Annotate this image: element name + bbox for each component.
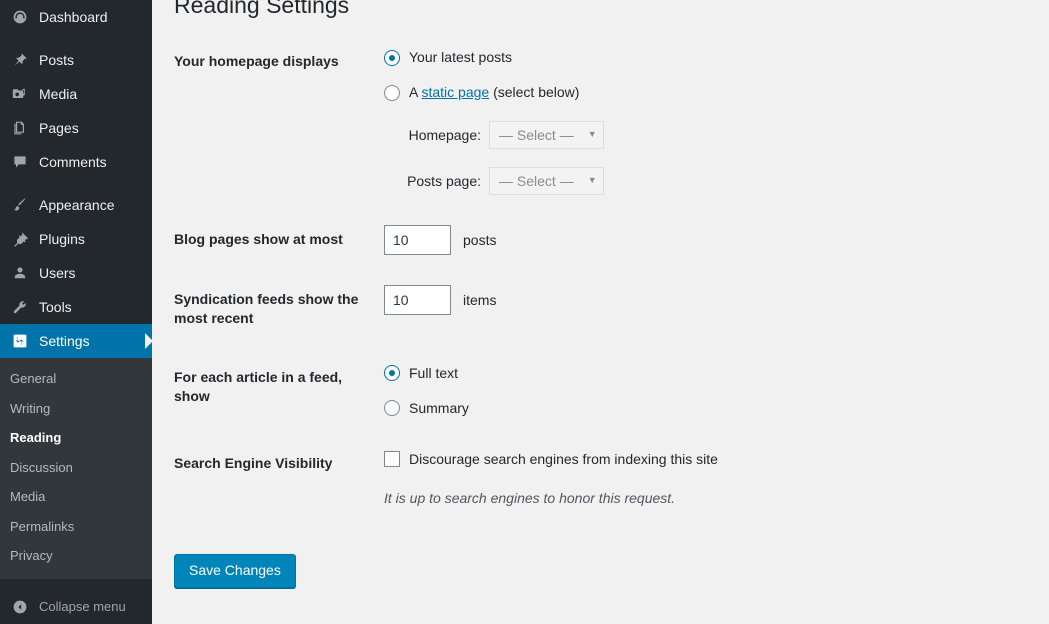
row-syndication-feeds: Syndication feeds show the most recent i… <box>174 270 1034 348</box>
chevron-down-icon: ▼ <box>588 128 597 142</box>
sidebar-item-label: Posts <box>39 53 74 67</box>
sidebar-item-tools[interactable]: Tools <box>0 290 152 324</box>
wrench-icon <box>10 299 30 315</box>
sidebar-item-label: Plugins <box>39 232 85 246</box>
posts-page-select-value: — Select — <box>499 171 574 192</box>
radio-summary-label: Summary <box>409 398 469 419</box>
sidebar-item-pages[interactable]: Pages <box>0 111 152 145</box>
submenu-item-media[interactable]: Media <box>0 482 152 512</box>
radio-summary[interactable] <box>384 400 400 416</box>
label-syndication-feeds: Syndication feeds show the most recent <box>174 270 384 348</box>
row-homepage-displays: Your homepage displays Your latest posts… <box>174 38 1034 210</box>
pin-icon <box>10 52 30 68</box>
discourage-search-engines-option[interactable]: Discourage search engines from indexing … <box>384 449 1024 470</box>
row-feed-article: For each article in a feed, show Full te… <box>174 348 1034 434</box>
radio-static-page-label: A static page (select below) <box>409 82 579 103</box>
brush-icon <box>10 197 30 213</box>
static-page-suffix: (select below) <box>489 84 579 100</box>
label-homepage-displays: Your homepage displays <box>174 38 384 210</box>
admin-sidebar: Dashboard Posts Media Pages Commen <box>0 0 152 624</box>
sidebar-item-label: Dashboard <box>39 10 108 24</box>
syndication-input[interactable] <box>384 285 451 315</box>
radio-latest-posts[interactable] <box>384 50 400 66</box>
sidebar-item-media[interactable]: Media <box>0 77 152 111</box>
posts-page-select-row: Posts page: — Select — ▼ <box>384 167 1024 195</box>
row-blog-pages: Blog pages show at most posts <box>174 210 1034 270</box>
wordpress-admin-screen: Dashboard Posts Media Pages Commen <box>0 0 1049 624</box>
homepage-select-label: Homepage: <box>384 125 489 146</box>
submenu-item-general[interactable]: General <box>0 364 152 394</box>
radio-option-static-page[interactable]: A static page (select below) <box>384 82 1024 103</box>
collapse-arrow-icon <box>10 599 30 615</box>
label-blog-pages: Blog pages show at most <box>174 210 384 270</box>
discourage-search-engines-label: Discourage search engines from indexing … <box>409 449 718 470</box>
menu-separator <box>0 179 152 188</box>
comment-icon <box>10 154 30 170</box>
label-feed-article: For each article in a feed, show <box>174 348 384 434</box>
posts-page-select[interactable]: — Select — ▼ <box>489 167 604 195</box>
radio-option-summary[interactable]: Summary <box>384 398 1024 419</box>
reading-settings-form: Your homepage displays Your latest posts… <box>174 38 1034 538</box>
row-search-visibility: Search Engine Visibility Discourage sear… <box>174 434 1034 538</box>
sidebar-item-label: Settings <box>39 334 90 348</box>
radio-option-full-text[interactable]: Full text <box>384 363 1024 384</box>
radio-full-text-label: Full text <box>409 363 458 384</box>
search-visibility-description: It is up to search engines to honor this… <box>384 488 1024 509</box>
submenu-item-discussion[interactable]: Discussion <box>0 453 152 483</box>
discourage-search-engines-checkbox[interactable] <box>384 451 400 467</box>
submenu-item-permalinks[interactable]: Permalinks <box>0 512 152 542</box>
settings-icon <box>10 333 30 349</box>
sidebar-item-label: Pages <box>39 121 79 135</box>
syndication-unit: items <box>463 290 496 311</box>
sidebar-item-users[interactable]: Users <box>0 256 152 290</box>
settings-content: Reading Settings Your homepage displays … <box>152 0 1049 624</box>
page-title: Reading Settings <box>174 0 349 21</box>
sidebar-item-comments[interactable]: Comments <box>0 145 152 179</box>
radio-full-text[interactable] <box>384 365 400 381</box>
homepage-select-value: — Select — <box>499 125 574 146</box>
sidebar-item-label: Comments <box>39 155 107 169</box>
menu-separator <box>0 34 152 43</box>
plug-icon <box>10 231 30 247</box>
sidebar-item-label: Appearance <box>39 198 115 212</box>
radio-static-page[interactable] <box>384 85 400 101</box>
pages-icon <box>10 120 30 136</box>
homepage-displays-options: Your latest posts A static page (select … <box>384 38 1034 210</box>
sidebar-item-appearance[interactable]: Appearance <box>0 188 152 222</box>
radio-option-latest-posts[interactable]: Your latest posts <box>384 47 1024 68</box>
sidebar-item-label: Tools <box>39 300 72 314</box>
radio-latest-posts-label: Your latest posts <box>409 47 512 68</box>
media-icon <box>10 86 30 102</box>
sidebar-item-settings[interactable]: Settings <box>0 324 152 358</box>
static-page-link[interactable]: static page <box>421 84 489 100</box>
collapse-menu-button[interactable]: Collapse menu <box>0 589 152 624</box>
submenu-item-writing[interactable]: Writing <box>0 394 152 424</box>
settings-submenu: General Writing Reading Discussion Media… <box>0 358 152 579</box>
posts-page-select-label: Posts page: <box>384 171 489 192</box>
sidebar-item-label: Media <box>39 87 77 101</box>
homepage-select[interactable]: — Select — ▼ <box>489 121 604 149</box>
sidebar-item-posts[interactable]: Posts <box>0 43 152 77</box>
submenu-item-privacy[interactable]: Privacy <box>0 541 152 571</box>
sidebar-item-dashboard[interactable]: Dashboard <box>0 0 152 34</box>
chevron-down-icon: ▼ <box>588 174 597 188</box>
blog-pages-unit: posts <box>463 230 496 251</box>
save-changes-button[interactable]: Save Changes <box>174 554 296 589</box>
user-icon <box>10 265 30 281</box>
static-page-prefix: A <box>409 84 421 100</box>
dashboard-icon <box>10 9 30 25</box>
blog-pages-field-group: posts <box>384 225 1024 255</box>
blog-pages-input[interactable] <box>384 225 451 255</box>
submenu-item-reading[interactable]: Reading <box>0 423 152 453</box>
submit-area: Save Changes <box>174 554 1049 589</box>
homepage-select-row: Homepage: — Select — ▼ <box>384 121 1024 149</box>
syndication-field-group: items <box>384 285 1024 315</box>
label-search-visibility: Search Engine Visibility <box>174 434 384 538</box>
sidebar-item-label: Users <box>39 266 76 280</box>
sidebar-item-plugins[interactable]: Plugins <box>0 222 152 256</box>
collapse-menu-label: Collapse menu <box>39 599 126 614</box>
